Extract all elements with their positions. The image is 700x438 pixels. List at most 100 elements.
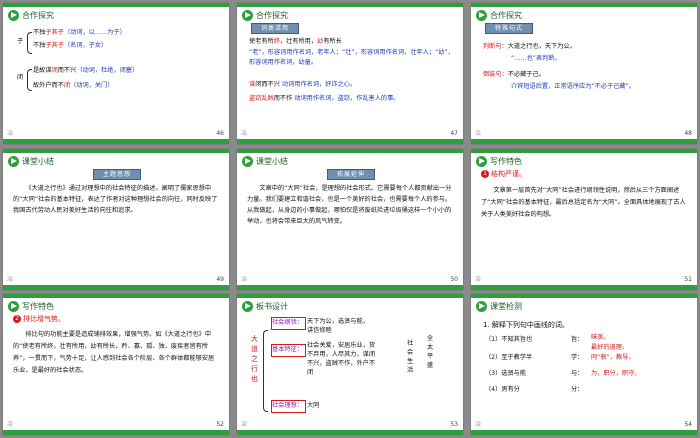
logo: 冶 [241,130,248,137]
logo: 冶 [475,276,482,283]
row-value: 社会关爱，安居乐业，货不弃用，人尽其力，谋闭不兴，盗贼不作，外户不闭 [307,342,376,376]
sub-heading: 2 排比增气势。 [13,314,65,325]
row-key: 社会纲领： [272,319,303,326]
slide-49[interactable]: 课堂小结 主题思想 《大道之行也》通过对理想中的社会特征的描述，阐明了儒家思想中… [3,149,229,290]
feature-paragraph: 排比句的功能主要是造成铺排效果，增强气势。如《大道之行也》中的“使老有所终，壮有… [13,331,215,374]
play-icon [8,10,19,21]
slide-header: 合作探究 [8,9,54,22]
slide-header: 合作探究 [242,9,288,22]
slide-bottom-band [237,285,463,290]
slide-top-band [237,294,463,298]
slide-bottom-band [237,430,463,435]
play-icon [242,10,253,21]
quiz-key: 旨： [571,336,584,343]
logo: 冶 [241,276,248,283]
slide-title: 课堂小结 [22,157,54,166]
summary-paragraph: 文章中的“大同”社会，是理想的社会形式。它需要每个人都贡献出一分力量。我们要建立… [247,185,452,225]
play-icon [476,156,487,167]
vertical-title: 大道之行也 [251,335,258,383]
page-number: 50 [450,276,458,283]
slide-top-band [3,3,229,7]
number-badge: 1 [481,170,489,178]
section-badge: 拓展延伸 [327,169,375,180]
slide-47[interactable]: 合作探究 词类活用 使老有所终，壮有所用，幼有所长 “老”，形容词用作名词，老年… [237,3,463,144]
page-number: 47 [450,130,458,137]
slide-bottom-band [471,139,697,144]
slide-top-band [3,294,229,298]
quiz-key: 学： [571,354,584,361]
logo: 冶 [475,130,482,137]
play-icon [242,156,253,167]
slide-top-band [237,3,463,7]
quiz-item: （1）不知其旨也 [485,336,533,343]
slide-52[interactable]: 写作特色 2 排比增气势。 排比句的功能主要是造成铺排效果，增强气势。如《大道之行… [3,294,229,435]
question: 1. 解释下列句中画线的词。 [483,321,569,329]
slide-bottom-band [471,285,697,290]
slide-bottom-band [471,430,697,435]
play-icon [242,301,253,312]
slide-top-band [471,294,697,298]
slide-title: 写作特色 [490,157,522,166]
slide-54[interactable]: 课堂检测 1. 解释下列句中画线的词。 （1）不知其旨也 旨： 味美。 最好的道… [471,294,697,435]
brace [27,69,32,91]
slide-bottom-band [237,139,463,144]
play-icon [8,156,19,167]
slide-51[interactable]: 写作特色 1 结构严谨。 文章第一层首先对“大同”社会进行纲领性说明，然后从三个方… [471,149,697,290]
slide-top-band [3,149,229,153]
section-badge: 词类活用 [251,23,299,34]
slide-header: 写作特色 [476,155,522,168]
line: 不独子其子（名词，子女） [33,42,108,49]
play-icon [476,301,487,312]
logo: 冶 [7,276,14,283]
row-key: 基本特征： [272,346,303,353]
quiz-answer: 为，职分，职守。 [591,370,641,377]
line: 使老有所终，壮有所用，幼有所长 [249,38,342,45]
slide-46[interactable]: 合作探究 子 不独子其子（动词，以……为子） 不独子其子（名词，子女） 闭 是故… [3,3,229,144]
slide-50[interactable]: 课堂小结 拓展延伸 文章中的“大同”社会，是理想的社会形式。它需要每个人都贡献出… [237,149,463,290]
row-key: 社会理想： [272,402,303,409]
right-column: 社会生活 [407,340,414,374]
section-badge: 特殊句式 [485,23,533,34]
slide-title: 合作探究 [22,11,54,20]
pre-label: 子 [17,38,24,45]
slide-header: 板书设计 [242,300,288,313]
page-number: 51 [684,276,692,283]
line: 是故谋闭而不兴（动词，杜绝，闭塞） [33,67,139,74]
line: 谋闭而不兴 动词用作名词，奸诈之心。 [249,81,357,88]
logo: 冶 [7,421,14,428]
slide-title: 课堂检测 [490,302,522,311]
explanation: “……也”表判断。 [511,55,561,62]
feature-paragraph: 文章第一层首先对“大同”社会进行纲领性说明，然后从三个方面阐述了“大同”社会的基… [481,187,686,218]
sub-heading: 1 结构严谨。 [481,169,526,180]
page-number: 49 [216,276,224,283]
summary-paragraph: 《大道之行也》通过对理想中的社会特征的描述，阐明了儒家思想中的“大同”社会的基本… [13,185,218,214]
slide-top-band [237,149,463,153]
page-number: 46 [216,130,224,137]
slide-bottom-band [3,285,229,290]
slide-title: 课堂小结 [256,157,288,166]
page-number: 54 [684,421,692,428]
slide-title: 板书设计 [256,302,288,311]
slide-header: 写作特色 [8,300,54,313]
quiz-key: 分： [571,386,584,393]
slide-top-band [471,149,697,153]
page-number: 48 [684,130,692,137]
number-badge: 2 [13,315,21,323]
logo: 冶 [241,421,248,428]
right-column-2: 全太平盛 [427,335,434,369]
slide-header: 课堂小结 [242,155,288,168]
line: 倒装句：不必藏于己。 [483,71,545,78]
pre-label: 闭 [17,74,24,81]
page-number: 53 [450,421,458,428]
brace [263,330,268,412]
logo: 冶 [475,421,482,428]
slide-53[interactable]: 板书设计 大道之行也 社会纲领： 天下为公，选贤与能，讲信修睦 基本特征： 社会… [237,294,463,435]
explanation: 介宾短语后置，正常语序应为“不必于己藏”。 [511,83,635,90]
slide-48[interactable]: 合作探究 特殊句式 判断句：大道之行也，天下为公。 “……也”表判断。 倒装句：… [471,3,697,144]
line: 盗窃乱贼而不作 动词用作名词，盗窃，作乱害人的事。 [249,95,400,102]
quiz-item: （4）男有分 [485,386,520,393]
play-icon [8,301,19,312]
slide-title: 写作特色 [22,302,54,311]
slide-top-band [471,3,697,7]
quiz-item: （3）选贤与能 [485,370,527,377]
